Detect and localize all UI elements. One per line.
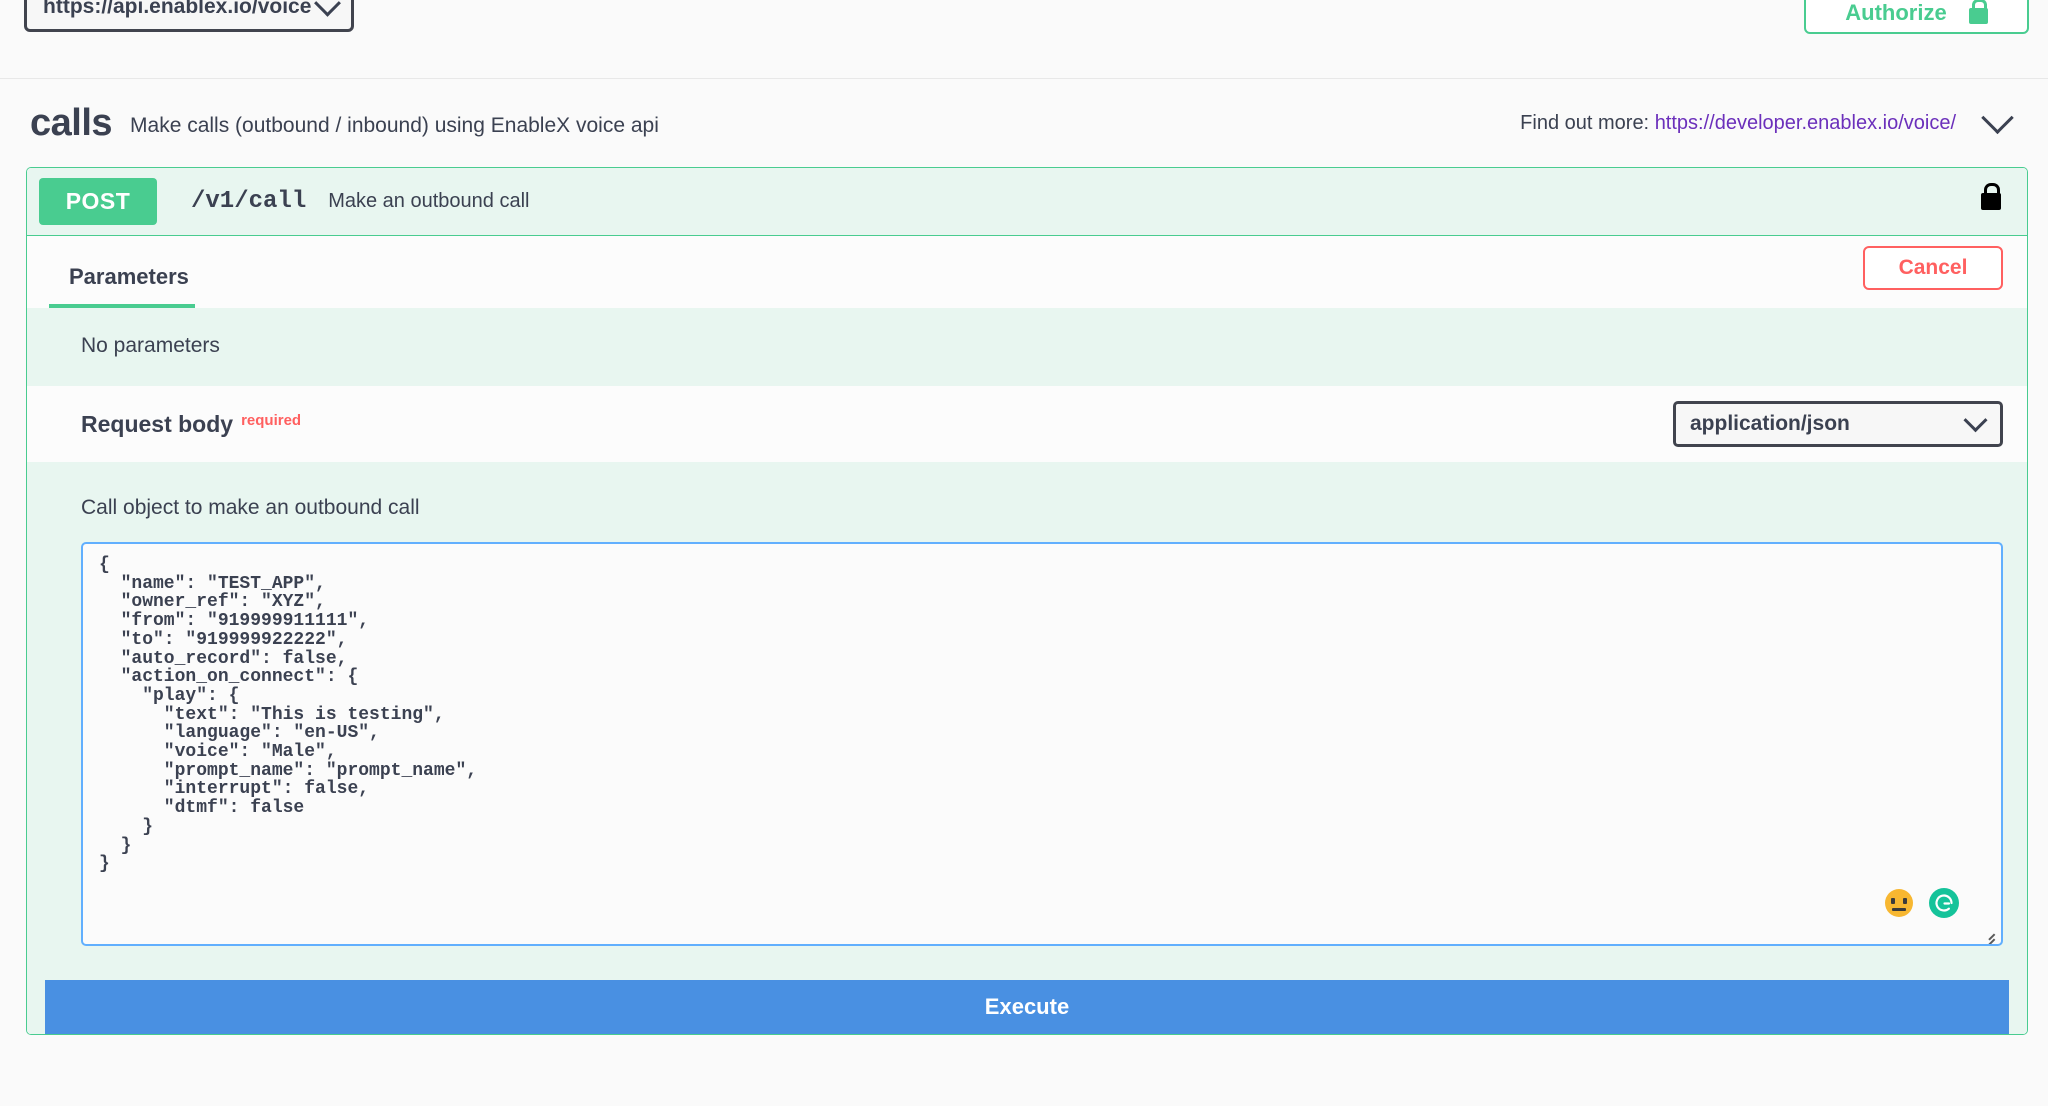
tag-header-right: Find out more: https://developer.enablex… <box>1520 101 2024 135</box>
no-parameters-text: No parameters <box>81 334 220 357</box>
lock-icon <box>1968 0 1988 24</box>
tab-parameters[interactable]: Parameters <box>49 264 195 308</box>
chevron-down-icon <box>1963 407 1988 432</box>
request-body-description: Call object to make an outbound call <box>81 496 420 519</box>
top-bar: https://api.enablex.io/voice Authorize <box>0 0 2048 79</box>
server-url-value: https://api.enablex.io/voice <box>43 0 312 18</box>
cancel-button[interactable]: Cancel <box>1863 246 2003 290</box>
neutral-face-icon[interactable] <box>1885 889 1913 917</box>
authorize-button[interactable]: Authorize <box>1804 0 2029 34</box>
request-body-label: Request body <box>81 410 234 437</box>
chevron-down-icon <box>314 0 341 17</box>
find-out-more-link[interactable]: https://developer.enablex.io/voice/ <box>1655 112 1956 134</box>
operation-block: POST /v1/call Make an outbound call Para… <box>26 167 2028 1035</box>
chevron-down-icon[interactable] <box>1981 101 2014 134</box>
required-badge: required <box>241 412 302 430</box>
tag-description: Make calls (outbound / inbound) using En… <box>130 114 659 137</box>
request-body-section: Call object to make an outbound call { "… <box>27 462 2027 980</box>
grammarly-icon[interactable] <box>1929 888 1959 918</box>
request-body-editor[interactable]: { "name": "TEST_APP", "owner_ref": "XYZ"… <box>81 542 2003 946</box>
request-body-editor-wrap: { "name": "TEST_APP", "owner_ref": "XYZ"… <box>27 542 2027 980</box>
tag-name: calls <box>30 101 113 144</box>
operation-path: /v1/call <box>191 188 307 215</box>
resize-handle-icon[interactable] <box>1979 923 1995 944</box>
tabs-row: Parameters Cancel <box>27 236 2027 308</box>
find-out-more: Find out more: https://developer.enablex… <box>1520 112 1956 135</box>
editor-overlay-icons <box>1885 888 1959 918</box>
operation-body: Parameters Cancel No parameters Request … <box>27 236 2027 1034</box>
request-body-header: Request body required application/json <box>27 386 2027 462</box>
tag-header[interactable]: calls Make calls (outbound / inbound) us… <box>0 79 2048 167</box>
find-out-more-label: Find out more: <box>1520 111 1650 134</box>
server-url-select[interactable]: https://api.enablex.io/voice <box>24 0 354 32</box>
execute-button[interactable]: Execute <box>45 980 2009 1034</box>
content-type-select[interactable]: application/json <box>1673 401 2003 447</box>
lock-icon[interactable] <box>1981 183 2001 210</box>
authorize-button-label: Authorize <box>1845 0 1947 25</box>
content-type-value: application/json <box>1690 412 1850 435</box>
request-body-title: Request body required <box>81 411 301 438</box>
execute-section: Execute <box>27 980 2027 1034</box>
parameters-section: No parameters <box>27 308 2027 386</box>
operation-summary-row[interactable]: POST /v1/call Make an outbound call <box>27 168 2027 236</box>
http-method-badge: POST <box>39 178 157 225</box>
operation-summary-text: Make an outbound call <box>328 190 530 212</box>
request-body-value[interactable]: { "name": "TEST_APP", "owner_ref": "XYZ"… <box>99 556 2001 874</box>
